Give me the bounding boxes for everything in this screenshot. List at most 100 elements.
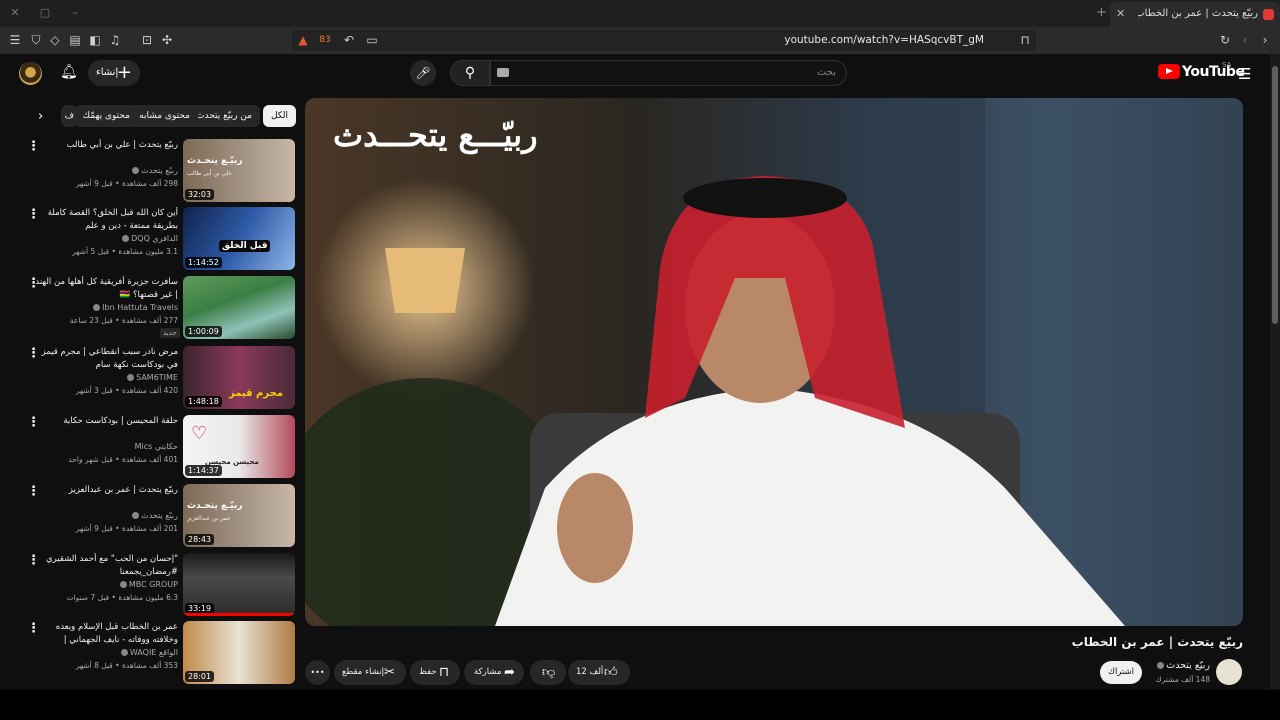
browser-tab[interactable]: ربيّع يتحدث | عمر بن الخطاب - YouTube ✕ [1110,2,1280,27]
chip-all[interactable]: الكل [262,105,296,127]
like-button[interactable]: 👍︎ 12 ألف [568,660,630,685]
more-actions-icon[interactable]: ⋮ [27,207,40,222]
voice-search-mic-icon[interactable]: 🎤︎ [410,60,436,86]
video-thumbnail[interactable]: ♡ محيسن محيسن 1:14:37 [183,415,295,478]
video-meta: 6.3 مليون مشاهدة • قبل 7 سنوات [66,593,178,602]
list-item[interactable]: 1:00:09 سافرت جزيرة أفريقية كل أهلها من … [20,276,296,340]
list-item[interactable]: قبل الخلق 1:14:52 أين كان الله قبل الخلق… [20,207,296,271]
tab-title: ربيّع يتحدث | عمر بن الخطاب - YouTube [1138,8,1258,19]
url-text[interactable]: youtube.com/watch?v=HASqcvBT_gM [784,34,984,46]
puzzle-icon[interactable]: ✣ [160,33,174,47]
video-title[interactable]: "إحسان من الحب" مع أحمد الشقيري #رمضان_ي… [30,553,178,579]
more-actions-icon[interactable]: ⋮ [27,139,40,154]
channel-avatar[interactable] [1216,659,1242,685]
channel-name[interactable]: SAM6TIME [30,373,178,382]
new-tab-button[interactable]: + [1096,5,1107,20]
more-actions-icon[interactable]: ⋮ [27,621,40,636]
subscribe-button[interactable]: اشتراك [1100,661,1142,684]
clip-button[interactable]: ✂ إنشاء مقطع [334,660,406,685]
duration-badge: 32:03 [185,189,215,200]
share-button[interactable]: ➦ مشاركة [464,660,524,685]
youtube-logo-text[interactable]: YouTube [1182,64,1245,80]
youtube-logo-icon[interactable] [1158,64,1180,79]
channel-name[interactable]: Ibn Hattuta Travels [30,303,178,312]
more-actions-icon[interactable]: ⋮ [27,346,40,361]
more-actions-icon[interactable]: ⋮ [27,553,40,568]
like-icon: 👍︎ [604,665,618,680]
shield-icon[interactable]: ⛉ [29,33,43,47]
chip-related[interactable]: محتوى مشابه [131,105,198,127]
screenshot-icon[interactable]: ⊡ [140,33,154,47]
save-button[interactable]: ⊓ حفظ [410,660,460,685]
create-button[interactable]: + إنشاء [88,60,140,86]
video-title[interactable]: حلقة المحيسن | بودكاست حكاية [30,415,178,428]
cast-icon[interactable]: ▭ [365,33,379,47]
address-bar[interactable]: ▲ 83 ↶ ▭ youtube.com/watch?v=HASqcvBT_gM… [292,30,1036,51]
video-title[interactable]: مرض نادر سبب انقطاعي | مجرم قيمز في بودك… [30,346,178,372]
scrollbar-thumb[interactable] [1272,66,1278,324]
chip-more[interactable]: ف [60,105,78,127]
new-badge: جديد [160,328,180,338]
channel-name[interactable]: ربيّع يتحدث [30,511,178,520]
video-title[interactable]: ربيّع يتحدث | عمر بن عبدالعزيز [30,484,178,497]
reload-icon[interactable]: ↻ [1218,33,1232,47]
page-scrollbar[interactable] [1270,54,1280,689]
video-thumbnail[interactable]: ربيّـع يتحـدث عمر بن عبدالعزيز 28:43 [183,484,295,547]
account-avatar[interactable] [19,62,42,85]
notifications-bell-icon[interactable]: 🔔︎ [60,64,78,80]
search-button[interactable]: ⚲ [450,60,490,86]
channel-name[interactable]: ربيّع يتحدث [30,166,178,175]
create-label: إنشاء [96,67,119,78]
list-item[interactable]: ربيّـع يتحـدث علي بن أبي طالب 32:03 ربيّ… [20,139,296,203]
back-icon[interactable]: ‹ [1238,33,1252,47]
extension-icon[interactable]: ◇ [48,33,62,47]
reader-icon[interactable]: ▤ [68,33,82,47]
brave-icon[interactable]: ▲ [296,33,310,47]
close-window-icon[interactable]: ✕ [8,6,22,20]
chip-for-you[interactable]: محتوى يهمّك [74,105,138,127]
channel-name[interactable]: الدافري DQQ [30,234,178,243]
minimize-window-icon[interactable]: – [68,6,82,20]
list-item[interactable]: ♡ محيسن محيسن 1:14:37 حلقة المحيسن | بود… [20,415,296,479]
music-icon[interactable]: ♫ [108,33,122,47]
maximize-window-icon[interactable]: ▢ [38,6,52,20]
bookmark-icon[interactable]: ⊓ [1018,33,1032,47]
more-actions-button[interactable]: ••• [305,660,330,685]
video-thumbnail[interactable]: قبل الخلق 1:14:52 [183,207,295,270]
video-thumbnail[interactable]: ربيّـع يتحـدث علي بن أبي طالب 32:03 [183,139,295,202]
forward-icon[interactable]: › [1258,33,1272,47]
channel-name[interactable]: حكايتي Mics [30,442,178,451]
shield-badge-icon[interactable]: 83 [318,33,332,47]
video-title[interactable]: أين كان الله قبل الخلق؟ القصة كاملة بطري… [30,207,178,233]
channel-name[interactable]: الواقع WAQIE [30,648,178,657]
video-thumbnail[interactable]: 28:01 [183,621,295,684]
list-item[interactable]: مجرم قيمز 1:48:18 مرض نادر سبب انقطاعي |… [20,346,296,410]
more-actions-icon[interactable]: ⋮ [27,484,40,499]
video-title[interactable]: ربيّع يتحدث | علي بن أبي طالب [30,139,178,152]
tab-close-icon[interactable]: ✕ [1116,7,1125,20]
chip-from-channel[interactable]: من ربيّع يتحدث [188,105,260,127]
thumbnail-text: ربيّـع يتحـدث [187,156,243,166]
video-title[interactable]: عمر بن الخطاب قبل الإسلام وبعده وخلافته … [30,621,178,647]
video-thumbnail[interactable]: 33:19 [183,553,295,616]
list-item[interactable]: ربيّـع يتحـدث عمر بن عبدالعزيز 28:43 ربي… [20,484,296,548]
scissors-icon: ✂ [384,665,395,680]
keyboard-icon[interactable] [497,68,509,77]
video-thumbnail[interactable]: 1:00:09 [183,276,295,339]
history-icon[interactable]: ↶ [342,33,356,47]
more-actions-icon[interactable]: ⋮ [27,276,40,291]
video-title[interactable]: سافرت جزيرة أفريقية كل أهلها من الهند | … [30,276,178,302]
list-item[interactable]: 33:19 "إحسان من الحب" مع أحمد الشقيري #ر… [20,553,296,617]
guide-menu-icon[interactable]: ☰ [1238,65,1251,83]
video-player[interactable]: ربيّـــع يتحـــدث [305,98,1243,626]
thumbnail-subtext: علي بن أبي طالب [187,170,233,177]
sidebar-icon[interactable]: ◧ [88,33,102,47]
search-input[interactable]: بحث [490,60,847,86]
dislike-button[interactable]: 👎︎ [530,660,566,685]
menu-icon[interactable]: ☰ [8,33,22,47]
more-actions-icon[interactable]: ⋮ [27,415,40,430]
channel-name[interactable]: MBC GROUP [30,580,178,589]
video-thumbnail[interactable]: مجرم قيمز 1:48:18 [183,346,295,409]
verified-icon [1157,662,1165,669]
list-item[interactable]: 28:01 عمر بن الخطاب قبل الإسلام وبعده وخ… [20,621,296,685]
